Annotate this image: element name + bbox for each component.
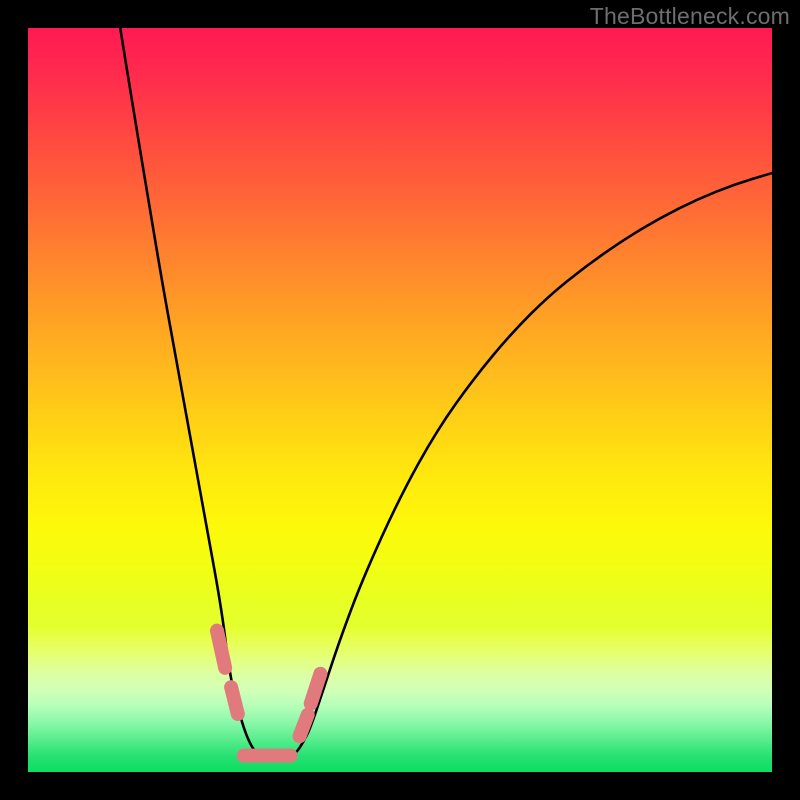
highlight-pill bbox=[231, 687, 238, 714]
highlight-pill bbox=[311, 674, 321, 704]
plot-area bbox=[28, 28, 772, 772]
chart-frame: TheBottleneck.com bbox=[0, 0, 800, 800]
highlight-markers bbox=[217, 631, 320, 756]
highlight-pill bbox=[300, 715, 308, 737]
highlight-pill bbox=[217, 631, 225, 668]
watermark-text: TheBottleneck.com bbox=[590, 3, 790, 30]
curve-layer bbox=[28, 28, 772, 772]
